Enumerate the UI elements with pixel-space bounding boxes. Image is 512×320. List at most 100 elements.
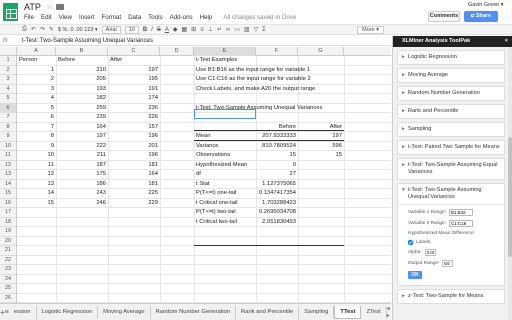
cell-g[interactable] [298,180,344,190]
cell-a[interactable] [17,227,56,237]
labels-checkbox[interactable] [408,240,413,245]
cell-g[interactable] [298,94,344,104]
ok-button[interactable]: OK [408,271,422,279]
cell-f[interactable] [256,94,298,104]
cell-f[interactable]: 0.1347417354 [256,189,298,199]
row-header[interactable]: 26 [0,294,16,303]
cell-f[interactable] [256,256,298,266]
cell-a[interactable]: 1 [17,66,56,76]
cell-c[interactable]: 181 [108,180,160,190]
cell-g[interactable]: 596 [298,142,344,152]
cell-f[interactable] [256,284,298,294]
row-header[interactable]: 6 [0,103,16,113]
cell-c[interactable] [108,227,160,237]
cell-b[interactable] [56,294,108,304]
sheets-logo-icon[interactable] [3,3,18,21]
accordion-item[interactable]: ► Rank and Percentile [397,104,505,119]
menu-file[interactable]: File [24,14,34,21]
cell-b[interactable] [56,246,108,256]
sheet-tab[interactable]: Random Number Generation [151,305,237,319]
cell-b[interactable]: 175 [56,170,108,180]
cell-c[interactable]: 157 [108,123,160,133]
menu-tools[interactable]: Tools [148,14,162,21]
row-header[interactable]: 16 [0,199,16,208]
row-header[interactable]: 25 [0,284,16,294]
accordion-item[interactable]: ► Moving Average [397,68,505,83]
sheet-tab[interactable]: Moving Average [98,305,151,319]
row-header[interactable]: 10 [0,142,16,151]
chart-icon[interactable]: ▥ [244,26,250,33]
sheet-tab[interactable]: ession [9,305,37,319]
cell-e[interactable]: P(T<=t) two-tail [194,208,256,218]
accordion-item[interactable]: ► z-Test: Two-Sample for Means [397,289,505,304]
cell-b[interactable] [56,218,108,228]
cell-a[interactable]: 14 [17,189,56,199]
row-header[interactable]: 15 [0,189,16,199]
cell-a[interactable]: 11 [17,161,56,171]
row-header[interactable]: 3 [0,75,16,85]
more-button[interactable]: More ▾ [357,25,384,34]
column-header[interactable]: D [160,47,194,56]
menu-view[interactable]: View [59,14,72,21]
cell-c[interactable]: 236 [108,104,160,114]
cell-g[interactable] [298,85,344,95]
row-header[interactable]: 12 [0,161,16,170]
cell-c[interactable] [108,208,160,218]
cell-e[interactable] [194,294,256,304]
menu-data[interactable]: Data [128,14,141,21]
cell-a[interactable]: 4 [17,94,56,104]
cell-b[interactable]: 243 [56,189,108,199]
cell-b[interactable] [56,256,108,266]
cells-area[interactable]: Person Before After t-Test Examples 1 210 197 U… [17,56,391,303]
cell-c[interactable]: 181 [108,161,160,171]
row-header[interactable]: 18 [0,218,16,227]
cell-e[interactable]: t Critical one-tail [194,199,256,209]
cell-f[interactable]: 0.2695034708 [256,208,298,218]
cell-a[interactable]: 15 [17,199,56,209]
cell-e[interactable] [194,275,256,285]
cell-c[interactable] [108,294,160,304]
cell-b[interactable]: 197 [56,132,108,142]
valign-icon[interactable]: ⊥ [208,26,213,33]
cell-e[interactable]: t-Test Examples [194,56,256,66]
column-header[interactable]: C [108,47,160,56]
sheet-tab[interactable]: Sampling [299,305,335,319]
output-range-input[interactable] [442,260,454,267]
cell-e[interactable] [194,256,256,266]
row-header[interactable]: 9 [0,132,16,142]
variable1-range-input[interactable] [449,209,474,216]
accordion-open-header[interactable]: ▼ t-Test: Two-Sample Assuming Unequal Var… [398,184,504,204]
cell-b[interactable]: 210 [56,66,108,76]
cell-f[interactable]: 27 [256,170,298,180]
align-icon[interactable]: ≡ [200,27,204,33]
cell-c[interactable] [108,275,160,285]
bold-icon[interactable]: B [143,27,147,33]
cell-c[interactable]: 174 [108,94,160,104]
cell-c[interactable]: 226 [108,113,160,123]
cell-c[interactable] [108,237,160,247]
cell-a[interactable]: 7 [17,123,56,133]
row-header[interactable]: 22 [0,256,16,265]
cell-a[interactable] [17,218,56,228]
cell-a[interactable]: 13 [17,180,56,190]
cell-a[interactable]: 10 [17,151,56,161]
cell-c[interactable]: 164 [108,170,160,180]
text-color-icon[interactable]: A [165,27,169,33]
cell-c[interactable]: 197 [108,66,160,76]
cell-e[interactable]: Use C1:C16 as the input range for variab… [194,75,311,85]
cell-f[interactable] [256,265,298,275]
cell-a[interactable]: 3 [17,85,56,95]
cell-c[interactable]: 196 [108,132,160,142]
cell-b[interactable] [56,237,108,247]
column-header[interactable]: G [298,47,344,56]
italic-icon[interactable]: I [151,27,153,33]
document-title[interactable]: ATP [24,2,41,12]
cell-b[interactable]: 259 [56,104,108,114]
cell-f[interactable] [256,246,298,256]
cell-a[interactable]: 12 [17,170,56,180]
cell-c[interactable]: 229 [108,199,160,209]
cell-b[interactable]: 187 [56,161,108,171]
column-header[interactable]: E [194,47,256,56]
cell-a[interactable]: 9 [17,142,56,152]
redo-icon[interactable]: ↷ [40,26,45,33]
